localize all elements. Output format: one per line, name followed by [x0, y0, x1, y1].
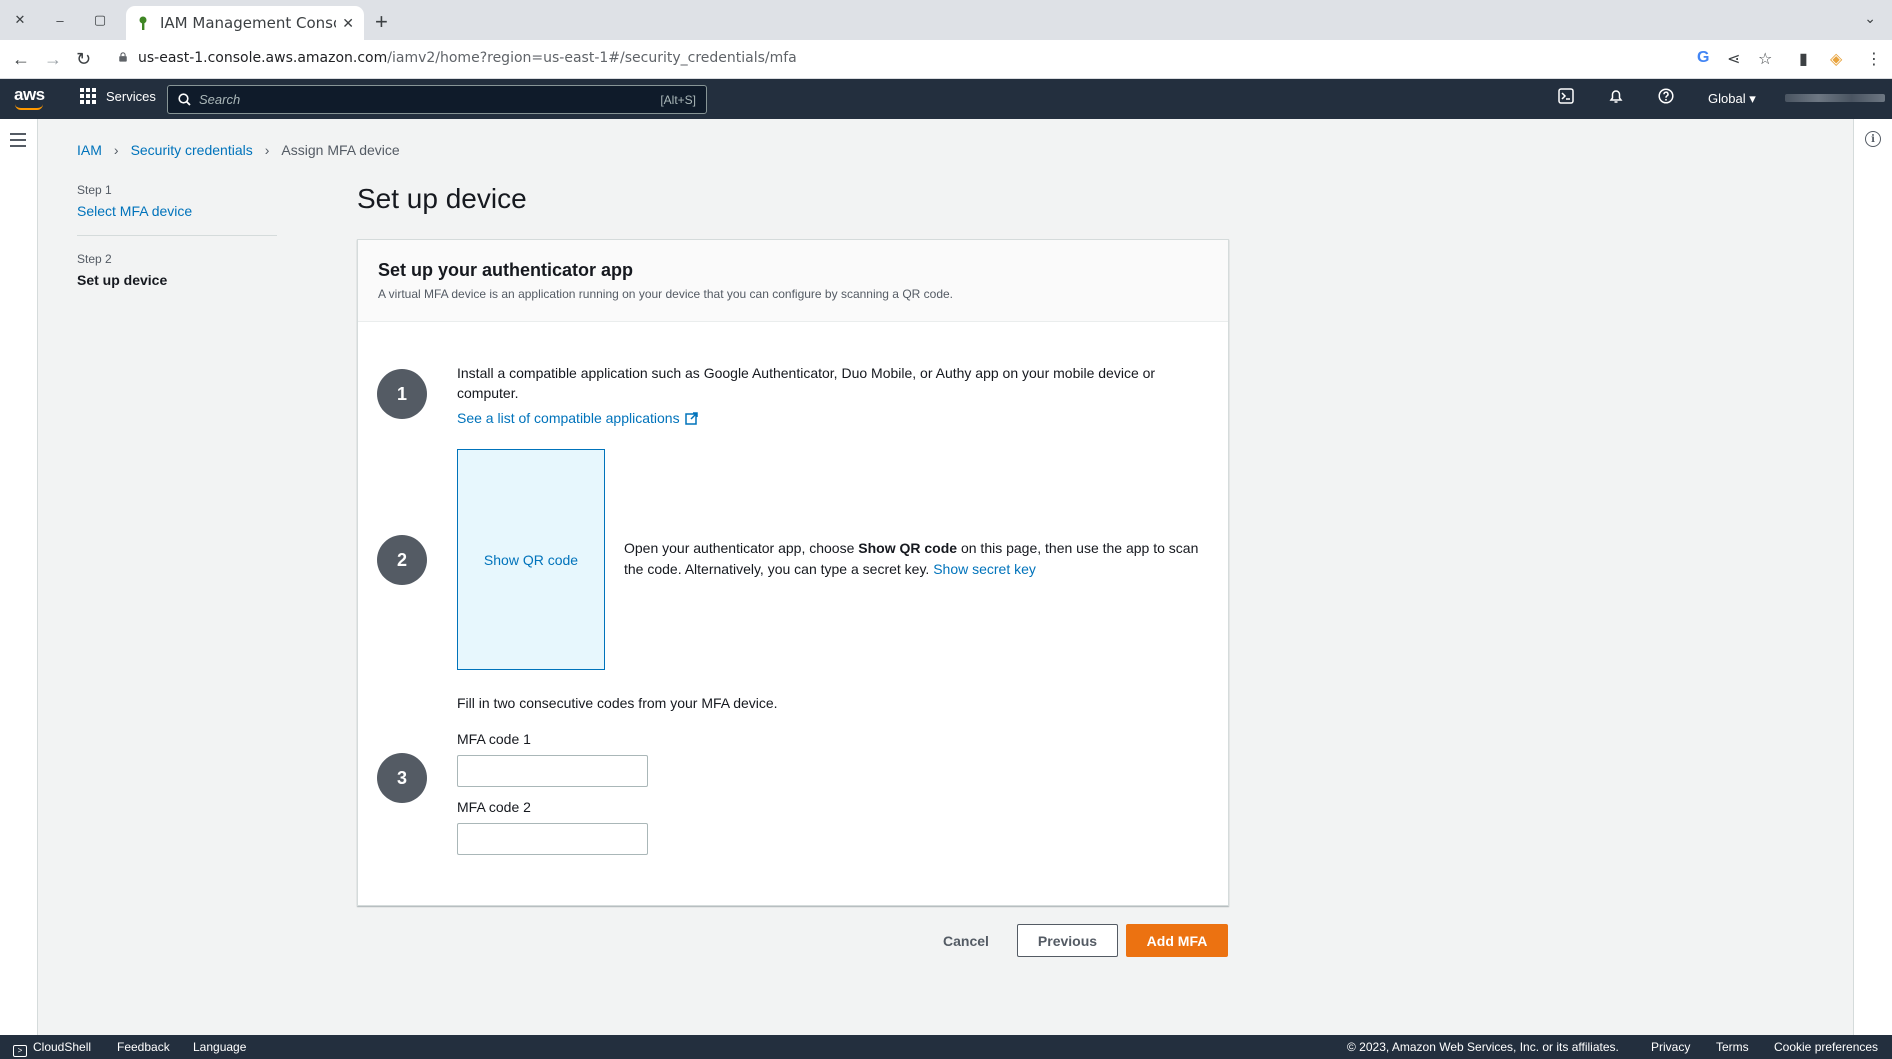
show-secret-key-link[interactable]: Show secret key	[933, 561, 1036, 577]
aws-top-nav: aws Services Search [Alt+S] Global ▾	[0, 79, 1892, 119]
cancel-button[interactable]: Cancel	[930, 924, 1002, 957]
footer-privacy[interactable]: Privacy	[1651, 1040, 1690, 1054]
show-qr-code-button[interactable]: Show QR code	[457, 449, 605, 670]
browser-tab-strip: ✕ – ▢ IAM Management Console ✕ + ⌄	[0, 0, 1892, 40]
wizard-step-2-number: Step 2	[77, 252, 112, 266]
url-field[interactable]: us-east-1.console.aws.amazon.com/iamv2/h…	[138, 50, 797, 66]
panel-header: Set up your authenticator app A virtual …	[358, 240, 1228, 322]
console-footer: > CloudShell Feedback Language © 2023, Am…	[0, 1035, 1892, 1059]
right-tools-strip: i	[1853, 119, 1892, 1035]
footer-cloudshell-label: CloudShell	[33, 1040, 92, 1054]
footer-cookie-preferences[interactable]: Cookie preferences	[1774, 1040, 1878, 1054]
reload-icon[interactable]: ↻	[76, 49, 91, 70]
breadcrumb-security-credentials[interactable]: Security credentials	[131, 142, 253, 158]
hamburger-menu-icon[interactable]	[10, 133, 26, 151]
step-1-badge: 1	[377, 369, 427, 419]
wizard-step-1-link[interactable]: Select MFA device	[77, 203, 277, 219]
aws-logo-smile	[15, 104, 43, 110]
tab-close-icon[interactable]: ✕	[342, 15, 354, 32]
page-title: Set up device	[357, 183, 527, 214]
search-icon	[178, 93, 191, 106]
footer-cloudshell[interactable]: > CloudShell	[13, 1040, 91, 1057]
share-icon[interactable]: ⋖	[1727, 49, 1740, 69]
wizard-step-2-current: Set up device	[77, 272, 168, 288]
footer-feedback[interactable]: Feedback	[117, 1040, 170, 1054]
window-minimize-icon[interactable]: –	[50, 10, 70, 30]
window-maximize-icon[interactable]: ▢	[90, 10, 110, 30]
footer-terms[interactable]: Terms	[1716, 1040, 1749, 1054]
external-link-icon	[684, 411, 698, 425]
window-close-icon[interactable]: ✕	[10, 10, 30, 30]
account-menu[interactable]	[1785, 94, 1885, 102]
notifications-bell-icon[interactable]	[1608, 88, 1624, 108]
step-2-badge: 2	[377, 535, 427, 585]
back-arrow-icon[interactable]: ←	[12, 49, 30, 70]
authenticator-setup-panel: Set up your authenticator app A virtual …	[357, 239, 1229, 906]
google-lens-icon[interactable]: G	[1697, 49, 1709, 67]
compatible-apps-link-text: See a list of compatible applications	[457, 410, 680, 426]
step-3-instructions: Fill in two consecutive codes from your …	[457, 695, 778, 711]
add-mfa-button[interactable]: Add MFA	[1126, 924, 1228, 957]
extension-icon[interactable]: ◈	[1830, 49, 1842, 69]
side-panel-icon[interactable]: ▮	[1799, 49, 1808, 69]
console-search-input[interactable]: Search [Alt+S]	[167, 85, 707, 114]
cloudshell-icon[interactable]	[1558, 88, 1574, 108]
url-host: us-east-1.console.aws.amazon.com	[138, 50, 388, 66]
footer-language[interactable]: Language	[193, 1040, 246, 1054]
previous-button[interactable]: Previous	[1017, 924, 1118, 957]
breadcrumb: IAM › Security credentials › Assign MFA …	[77, 142, 400, 158]
browser-menu-icon[interactable]: ⋮	[1866, 49, 1882, 69]
services-label: Services	[106, 88, 156, 104]
services-menu-button[interactable]: Services	[80, 88, 156, 104]
mfa-code-2-input[interactable]	[457, 823, 648, 855]
region-selector[interactable]: Global ▾	[1708, 91, 1756, 107]
bookmark-star-icon[interactable]: ☆	[1758, 49, 1772, 69]
tab-search-chevron-icon[interactable]: ⌄	[1864, 10, 1876, 27]
step-2-instructions: Open your authenticator app, choose Show…	[624, 538, 1204, 580]
forward-arrow-icon[interactable]: →	[44, 49, 62, 70]
step-2-text-bold: Show QR code	[858, 540, 958, 556]
compatible-apps-link[interactable]: See a list of compatible applications	[457, 410, 698, 426]
url-path: /iamv2/home?region=us-east-1#/security_c…	[387, 50, 797, 66]
breadcrumb-iam[interactable]: IAM	[77, 142, 102, 158]
mfa-code-1-label: MFA code 1	[457, 731, 531, 747]
info-panel-icon[interactable]: i	[1865, 131, 1881, 147]
help-icon[interactable]	[1658, 88, 1674, 108]
footer-copyright: © 2023, Amazon Web Services, Inc. or its…	[1347, 1040, 1619, 1054]
chevron-right-icon: ›	[264, 142, 270, 158]
services-grid-icon	[80, 88, 96, 104]
step-2-text-a: Open your authenticator app, choose	[624, 540, 859, 556]
wizard-step-1-number: Step 1	[77, 183, 112, 197]
mfa-code-1-input[interactable]	[457, 755, 648, 787]
browser-tab[interactable]: IAM Management Console ✕	[126, 6, 364, 40]
address-bar: ← → ↻ us-east-1.console.aws.amazon.com/i…	[0, 40, 1892, 79]
aws-logo[interactable]: aws	[14, 85, 45, 105]
panel-description: A virtual MFA device is an application r…	[378, 287, 954, 301]
cloudshell-footer-icon: >	[13, 1045, 27, 1057]
lock-icon	[119, 52, 127, 62]
step-3-badge: 3	[377, 753, 427, 803]
left-nav-strip	[0, 119, 38, 1035]
search-shortcut-hint: [Alt+S]	[660, 92, 696, 107]
show-qr-code-label: Show QR code	[483, 551, 579, 568]
wizard-divider	[77, 235, 277, 236]
search-placeholder: Search	[199, 92, 241, 107]
tab-title: IAM Management Console	[160, 14, 337, 32]
panel-title: Set up your authenticator app	[378, 260, 634, 280]
chevron-right-icon: ›	[113, 142, 119, 158]
mfa-code-2-label: MFA code 2	[457, 799, 531, 815]
breadcrumb-current: Assign MFA device	[281, 142, 400, 158]
step-1-instructions: Install a compatible application such as…	[457, 365, 1156, 401]
iam-favicon-icon	[136, 16, 150, 30]
wizard-steps: Step 1 Select MFA device Step 2 Set up d…	[77, 183, 277, 288]
new-tab-button[interactable]: +	[375, 9, 388, 35]
